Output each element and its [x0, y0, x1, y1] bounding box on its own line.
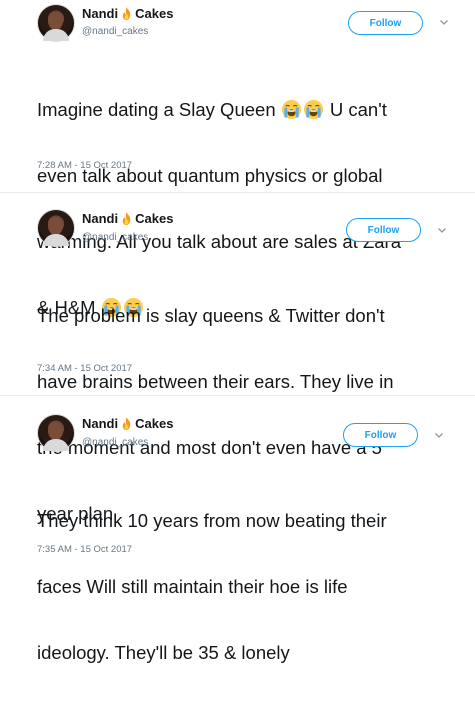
tweet-1: Nandi Cakes @nandi_cakes Follow Imagine … — [0, 0, 475, 318]
loudly-crying-face-icon — [281, 99, 302, 120]
display-name[interactable]: Nandi Cakes — [82, 416, 173, 431]
display-name-first: Nandi — [82, 416, 119, 431]
fire-icon — [119, 211, 134, 226]
follow-button[interactable]: Follow — [346, 218, 421, 242]
tweet-text: They think 10 years from now beating the… — [37, 466, 467, 708]
chevron-down-icon[interactable] — [433, 429, 445, 441]
fire-icon — [119, 416, 134, 431]
user-handle[interactable]: @nandi_cakes — [82, 232, 148, 243]
follow-button[interactable]: Follow — [343, 423, 418, 447]
avatar[interactable] — [37, 4, 75, 42]
avatar[interactable] — [37, 414, 75, 452]
display-name-last: Cakes — [135, 211, 174, 226]
fire-icon — [119, 6, 134, 21]
display-name-first: Nandi — [82, 211, 119, 226]
display-name-last: Cakes — [135, 6, 174, 21]
divider — [0, 395, 475, 396]
follow-button[interactable]: Follow — [348, 11, 423, 35]
timestamp[interactable]: 7:34 AM - 15 Oct 2017 — [37, 363, 132, 374]
tweet-3: Nandi Cakes @nandi_cakes Follow They thi… — [0, 410, 475, 663]
user-handle[interactable]: @nandi_cakes — [82, 26, 148, 37]
tweet-text-line: faces Will still maintain their hoe is l… — [37, 576, 348, 597]
tweet-2: Nandi Cakes @nandi_cakes Follow The prob… — [0, 205, 475, 524]
divider — [0, 192, 475, 193]
tweet-text-line: ideology. They'll be 35 & lonely — [37, 642, 290, 663]
timestamp[interactable]: 7:28 AM - 15 Oct 2017 — [37, 160, 132, 171]
tweet-text-line: have brains between their ears. They liv… — [37, 371, 394, 392]
chevron-down-icon[interactable] — [436, 224, 448, 236]
tweet-text-line: The problem is slay queens & Twitter don… — [37, 305, 385, 326]
tweet-text-line: U can't — [329, 99, 387, 120]
display-name-last: Cakes — [135, 416, 174, 431]
loudly-crying-face-icon — [303, 99, 324, 120]
tweet-text-line: They think 10 years from now beating the… — [37, 510, 387, 531]
user-handle[interactable]: @nandi_cakes — [82, 437, 148, 448]
tweet-text-line: Imagine dating a Slay Queen — [37, 99, 276, 120]
avatar[interactable] — [37, 209, 75, 247]
display-name-first: Nandi — [82, 6, 119, 21]
timestamp[interactable]: 7:35 AM - 15 Oct 2017 — [37, 544, 132, 555]
display-name[interactable]: Nandi Cakes — [82, 6, 173, 21]
display-name[interactable]: Nandi Cakes — [82, 211, 173, 226]
chevron-down-icon[interactable] — [438, 16, 450, 28]
